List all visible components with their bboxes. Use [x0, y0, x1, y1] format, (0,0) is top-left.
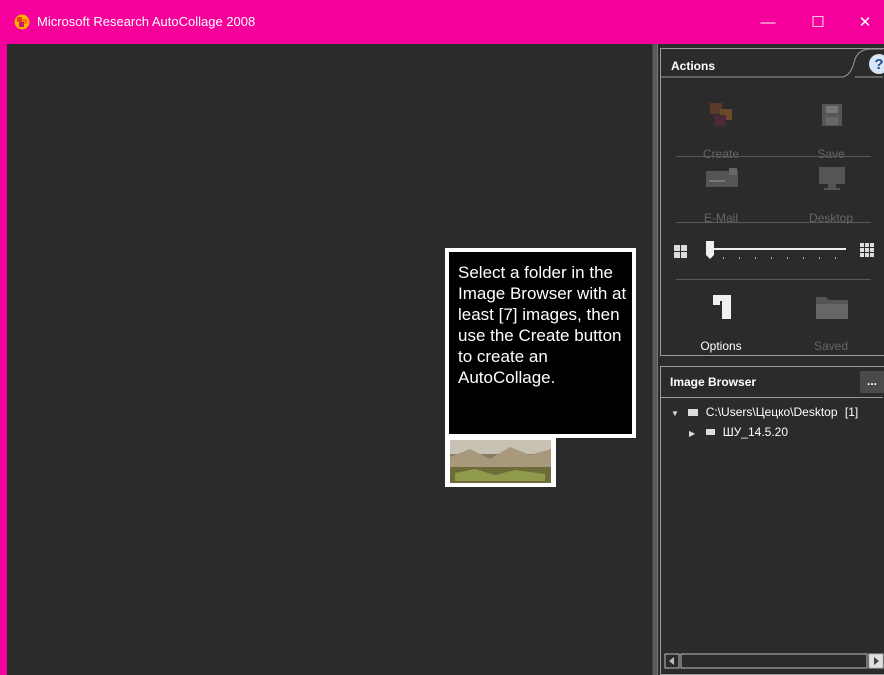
- saved-label: Saved: [813, 339, 849, 353]
- options-icon: [713, 295, 731, 319]
- browse-more-button[interactable]: ...: [860, 371, 884, 393]
- email-icon: [706, 168, 738, 187]
- tree-item-subfolder[interactable]: ▶ ШУ_14.5.20: [689, 425, 788, 439]
- saved-button[interactable]: Saved: [781, 293, 881, 353]
- options-label: Options: [700, 339, 742, 353]
- slider-thumb[interactable]: [706, 241, 714, 259]
- create-label: Create: [702, 147, 740, 161]
- small-grid-icon: [674, 245, 687, 258]
- actions-separator: [676, 279, 871, 280]
- image-browser-panel: Image Browser ... ▼ C:\Users\Цецко\Deskt…: [660, 366, 884, 675]
- right-sidebar: Actions ? Create Save E-Mail Desktop Opt…: [658, 44, 884, 675]
- autocollage-app-icon: [14, 14, 30, 30]
- save-button[interactable]: Save: [781, 101, 881, 161]
- image-thumbnail: [445, 437, 556, 487]
- tree-item-label: C:\Users\Цецко\Desktop: [705, 405, 838, 419]
- save-icon: [822, 104, 842, 126]
- expand-arrow-icon[interactable]: ▼: [671, 409, 683, 418]
- help-icon[interactable]: ?: [869, 54, 884, 74]
- close-button[interactable]: ✕: [842, 0, 884, 44]
- save-label: Save: [817, 147, 845, 161]
- maximize-button[interactable]: ☐: [795, 0, 841, 44]
- instruction-tooltip: Select a folder in the Image Browser wit…: [445, 248, 636, 438]
- options-button[interactable]: Options: [671, 293, 771, 353]
- create-button[interactable]: Create: [671, 101, 771, 161]
- actions-separator: [676, 222, 871, 223]
- actions-header: Actions ?: [661, 49, 884, 87]
- desktop-button[interactable]: Desktop: [781, 165, 881, 225]
- folder-icon: [706, 429, 716, 436]
- folder-icon: [688, 408, 699, 416]
- window-title: Microsoft Research AutoCollage 2008: [37, 14, 256, 29]
- collage-size-slider[interactable]: [661, 237, 884, 267]
- image-browser-title: Image Browser: [670, 375, 757, 389]
- actions-panel: Actions ? Create Save E-Mail Desktop Opt…: [660, 48, 884, 356]
- create-icon: [710, 103, 732, 126]
- email-button[interactable]: E-Mail: [671, 165, 771, 225]
- desktop-icon: [819, 167, 845, 190]
- tooltip-text: Select a folder in the Image Browser wit…: [458, 263, 627, 387]
- title-bar: Microsoft Research AutoCollage 2008 — ☐ …: [0, 0, 884, 44]
- browser-header-divider: [661, 397, 883, 398]
- thumbnail-photo: [450, 440, 551, 483]
- collapse-arrow-icon[interactable]: ▶: [689, 429, 701, 438]
- horizontal-scrollbar[interactable]: [663, 652, 884, 670]
- tree-item-count: [1]: [844, 405, 859, 419]
- actions-title: Actions: [671, 59, 716, 73]
- large-grid-icon: [860, 243, 874, 257]
- actions-separator: [676, 156, 871, 157]
- tree-item-label: ШУ_14.5.20: [722, 425, 789, 439]
- tree-item-desktop[interactable]: ▼ C:\Users\Цецко\Desktop [1]: [671, 405, 858, 419]
- saved-folder-icon: [816, 297, 848, 319]
- minimize-button[interactable]: —: [745, 0, 791, 44]
